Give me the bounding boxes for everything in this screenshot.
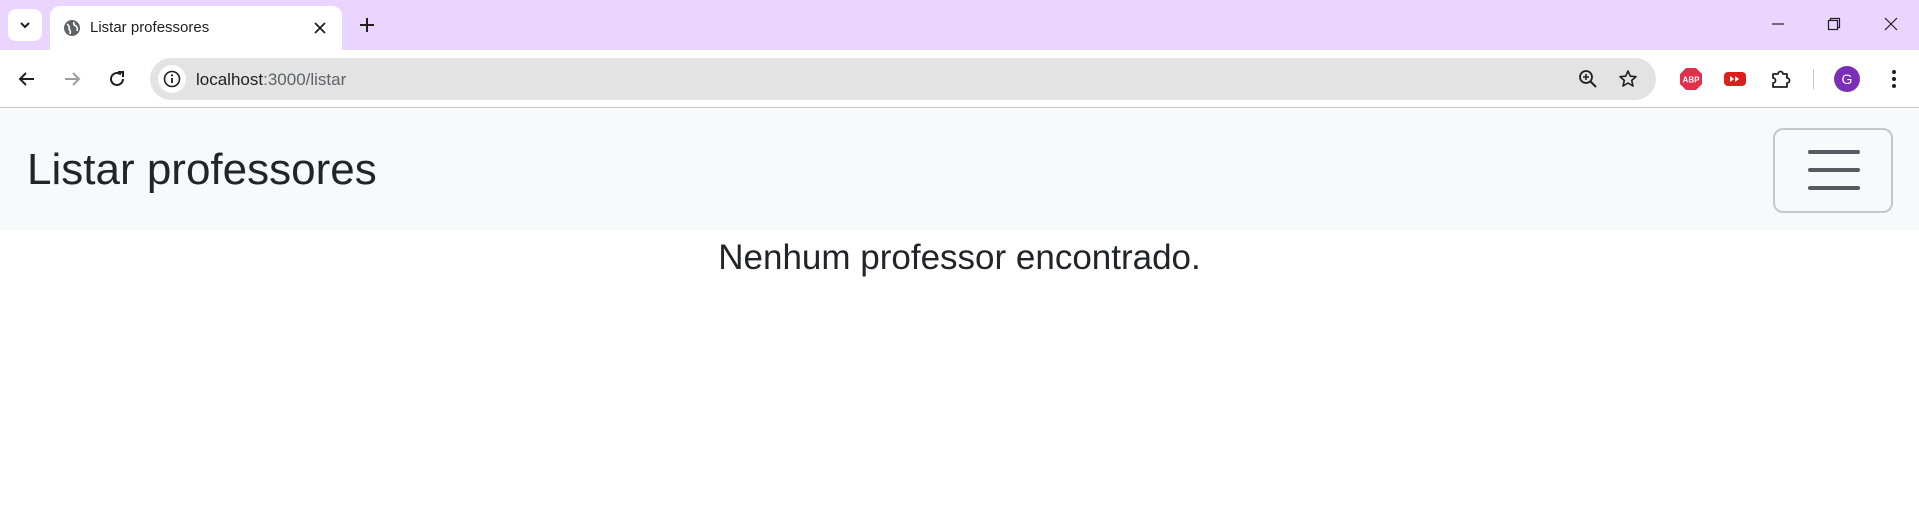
plus-icon [360,18,374,32]
tab-title: Listar professores [90,19,210,36]
adblock-plus-extension[interactable]: ABP [1675,63,1707,95]
site-info-button[interactable] [158,65,186,93]
zoom-in-icon [1579,70,1597,88]
url-text: localhost:3000/listar [196,70,346,90]
minimize-button[interactable] [1756,8,1800,40]
more-vertical-icon [1892,70,1896,88]
extensions-button[interactable] [1765,63,1797,95]
info-icon [163,70,181,88]
svg-text:ABP: ABP [1683,76,1701,85]
empty-state-message: Nenhum professor encontrado. [718,238,1201,277]
extensions-puzzle-icon [1772,70,1791,88]
star-icon [1619,70,1637,87]
chevron-down-icon [20,22,30,29]
forward-button[interactable] [56,63,88,95]
browser-tab[interactable]: Listar professores [50,6,342,50]
tab-close-button[interactable] [308,16,332,40]
browser-menu-button[interactable] [1878,63,1910,95]
back-button[interactable] [11,63,43,95]
close-icon [314,22,326,34]
arrow-left-icon [18,72,34,86]
profile-avatar[interactable]: G [1834,66,1860,92]
bookmark-button[interactable] [1614,65,1642,93]
url-host: localhost [196,70,264,89]
url-path: :3000/listar [263,70,347,89]
tab-strip: Listar professores [0,0,1919,50]
toolbar-divider [1813,69,1814,89]
hamburger-line [1808,150,1860,154]
browser-toolbar: localhost:3000/listar ABP G [0,50,1919,108]
address-bar[interactable]: localhost:3000/listar [150,58,1656,100]
restore-button[interactable] [1812,8,1856,40]
new-tab-button[interactable] [352,10,382,40]
reload-button[interactable] [101,63,133,95]
hamburger-line [1808,186,1860,190]
navbar: Listar professores [0,109,1919,231]
youtube-extension[interactable] [1719,63,1751,95]
navbar-brand[interactable]: Listar professores [27,145,377,195]
restore-icon [1827,17,1841,31]
navbar-toggler-button[interactable] [1773,128,1893,213]
close-window-button[interactable] [1869,8,1913,40]
close-window-icon [1884,17,1898,31]
zoom-button[interactable] [1574,65,1602,93]
hamburger-line [1808,168,1860,172]
youtube-extension-icon [1724,72,1746,86]
minimize-icon [1772,23,1784,25]
tab-search-button[interactable] [8,9,42,41]
adblock-plus-icon: ABP [1680,68,1702,90]
reload-icon [110,71,124,86]
globe-icon [64,20,80,36]
arrow-right-icon [65,72,81,86]
